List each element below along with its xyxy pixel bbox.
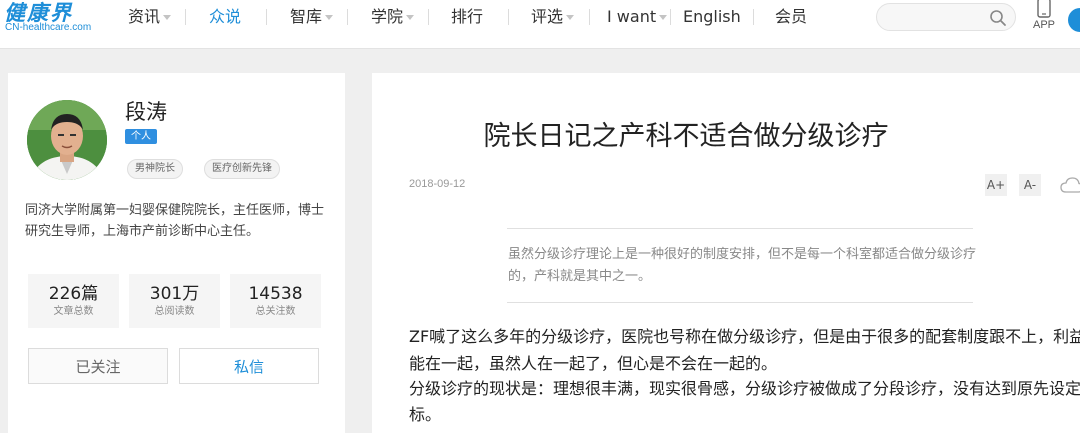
caret-down-icon xyxy=(325,15,334,20)
nav-divider xyxy=(508,9,509,25)
nav-item-think-tank[interactable]: 智库 xyxy=(290,0,334,34)
caret-down-icon xyxy=(406,15,415,20)
nav-item-ranking[interactable]: 排行 xyxy=(451,0,483,34)
stat-value: 14538 xyxy=(248,284,303,304)
author-tag[interactable]: 医疗创新先锋 xyxy=(204,159,280,179)
caret-down-icon xyxy=(566,15,575,20)
author-name: 段涛 xyxy=(125,100,167,124)
stat-label: 总阅读数 xyxy=(154,306,195,317)
article-paragraph-line: 分级诊疗的现状是：理想很丰满，现实很骨感，分级诊疗被做成了分段诊疗，没有达到原先… xyxy=(409,379,1080,398)
nav-item-label: 会员 xyxy=(775,7,808,26)
font-decrease-button[interactable]: A- xyxy=(1019,174,1041,196)
nav-divider xyxy=(670,9,671,25)
app-download-button[interactable]: APP xyxy=(1030,0,1058,38)
article-date: 2018-09-12 xyxy=(409,178,466,190)
private-message-button[interactable]: 私信 xyxy=(179,348,319,384)
stat-reads: 301万 总阅读数 xyxy=(129,274,220,328)
nav-divider xyxy=(589,9,590,25)
phone-icon xyxy=(1037,0,1051,18)
author-profile-card: 段涛 个人 男神院长 医疗创新先锋 同济大学附属第一妇婴保健院院长，主任医师，博… xyxy=(8,73,345,433)
nav-item-label: 智库 xyxy=(290,7,323,26)
nav-item-label: 学院 xyxy=(371,7,404,26)
stat-value: 301万 xyxy=(149,284,200,304)
nav-divider xyxy=(266,9,267,25)
cloud-icon[interactable] xyxy=(1060,176,1080,194)
author-tag[interactable]: 男神院长 xyxy=(127,159,183,179)
author-portrait-icon xyxy=(27,100,107,180)
user-avatar[interactable] xyxy=(1068,8,1080,32)
stat-articles: 226篇 文章总数 xyxy=(28,274,119,328)
nav-item-label: English xyxy=(683,7,741,26)
nav-divider xyxy=(428,9,429,25)
nav-item-label: 资讯 xyxy=(128,7,161,26)
article-paragraph-line: 标。 xyxy=(409,405,442,424)
nav-item-label: 评选 xyxy=(531,7,564,26)
nav-divider xyxy=(185,9,186,25)
app-label: APP xyxy=(1032,19,1055,31)
nav-item-i-want[interactable]: I want xyxy=(607,0,668,34)
article-paragraph-line: 能在一起，虽然人在一起了，但心是不会在一起的。 xyxy=(409,354,778,373)
stat-followers: 14538 总关注数 xyxy=(230,274,321,328)
nav-divider xyxy=(753,9,754,25)
article-summary-line: 虽然分级诊疗理论上是一种很好的制度安排，但不是每一个科室都适合做分级诊疗 xyxy=(508,247,977,262)
author-type-badge: 个人 xyxy=(125,129,157,144)
nav-item-label: 众说 xyxy=(209,7,242,26)
search-icon[interactable] xyxy=(989,9,1007,27)
article-title: 院长日记之产科不适合做分级诊疗 xyxy=(483,121,889,152)
nav-item-news[interactable]: 资讯 xyxy=(128,0,172,34)
caret-down-icon xyxy=(163,15,172,20)
article-panel: 院长日记之产科不适合做分级诊疗 2018-09-12 A+ A- 虽然分级诊疗理… xyxy=(372,73,1080,433)
stat-label: 总关注数 xyxy=(255,306,296,317)
nav-item-label: I want xyxy=(607,7,657,26)
font-increase-button[interactable]: A+ xyxy=(985,174,1007,196)
nav-item-opinions[interactable]: 众说 xyxy=(209,0,241,34)
followed-button[interactable]: 已关注 xyxy=(28,348,168,384)
top-navigation-bar: 健康界 CN-healthcare.com 资讯 众说 智库 学院 排行 评选 … xyxy=(0,0,1080,49)
nav-divider xyxy=(347,9,348,25)
nav-item-membership[interactable]: 会员 xyxy=(775,0,807,34)
search-input[interactable] xyxy=(887,7,991,29)
summary-divider-top xyxy=(507,228,973,229)
article-summary: 虽然分级诊疗理论上是一种很好的制度安排，但不是每一个科室都适合做分级诊疗 的，产… xyxy=(508,244,978,288)
nav-item-awards[interactable]: 评选 xyxy=(531,0,575,34)
summary-divider-bottom xyxy=(507,302,973,303)
search-box[interactable] xyxy=(876,3,1016,31)
logo-domain: CN-healthcare.com xyxy=(5,22,92,33)
site-logo[interactable]: 健康界 CN-healthcare.com xyxy=(4,0,94,40)
nav-item-academy[interactable]: 学院 xyxy=(371,0,415,34)
nav-item-label: 排行 xyxy=(451,7,484,26)
article-paragraph-line: ZF喊了这么多年的分级诊疗，医院也号称在做分级诊疗，但是由于很多的配套制度跟不上… xyxy=(409,327,1080,346)
article-summary-line: 的，产科就是其中之一。 xyxy=(508,269,652,284)
stat-label: 文章总数 xyxy=(53,306,94,317)
author-avatar[interactable] xyxy=(27,100,107,180)
nav-item-english[interactable]: English xyxy=(683,0,741,34)
stat-value: 226篇 xyxy=(48,284,99,304)
caret-down-icon xyxy=(659,15,668,20)
author-bio: 同济大学附属第一妇婴保健院院长，主任医师，博士研究生导师，上海市产前诊断中心主任… xyxy=(25,203,325,239)
